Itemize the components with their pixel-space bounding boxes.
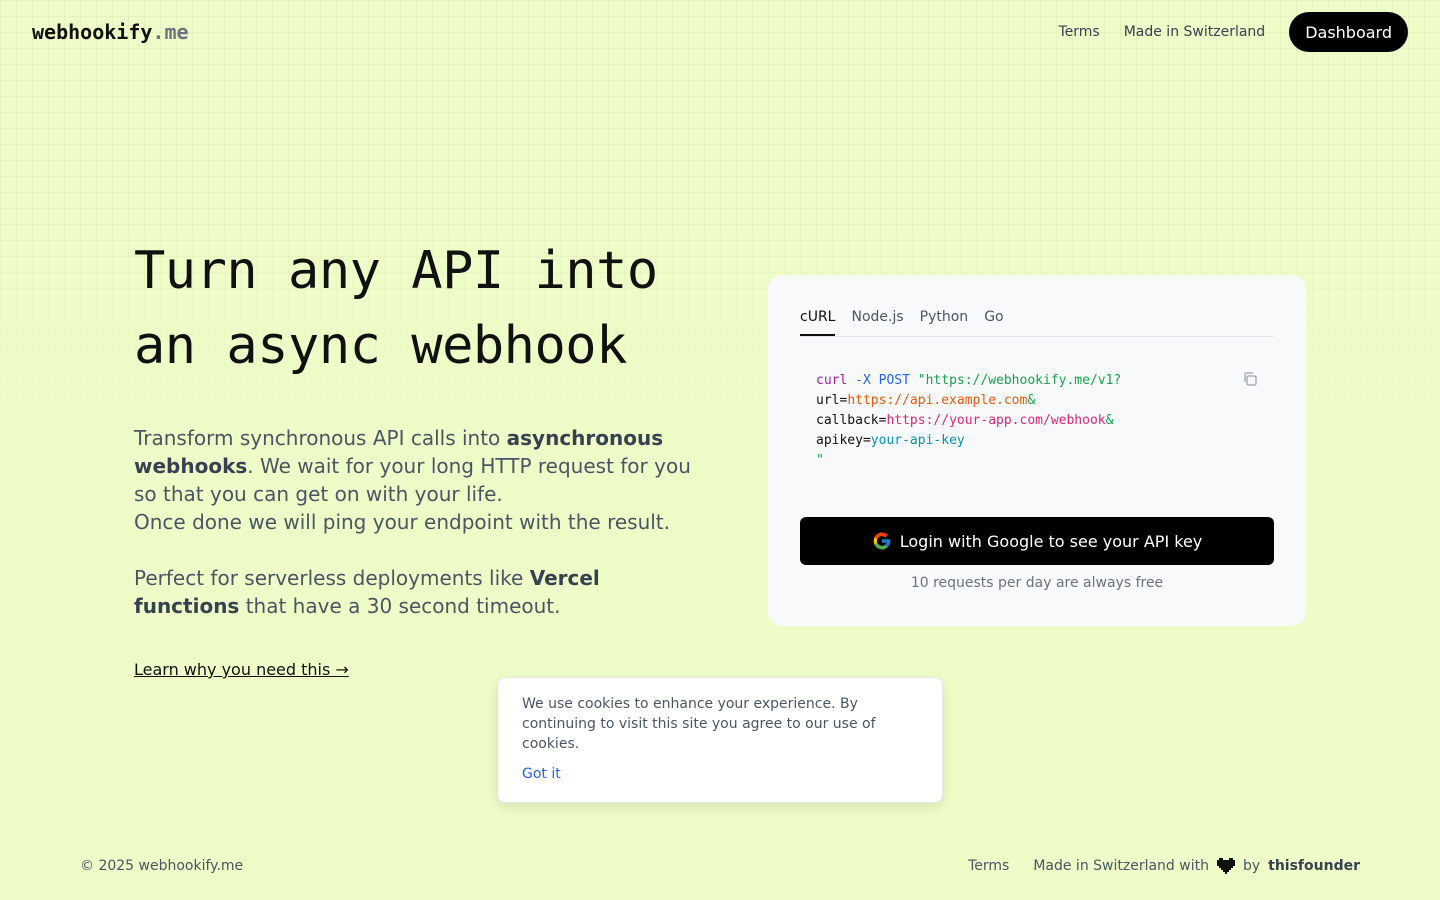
footer: © 2025 webhookify.me Terms Made in Switz… [80,852,1360,880]
footer-made-in: Made in Switzerland with [1033,858,1209,874]
google-logo-icon [873,532,891,550]
learn-why-link[interactable]: Learn why you need this → [134,660,349,679]
code-url-value: https://api.example.com [847,393,1028,408]
login-button-label: Login with Google to see your API key [899,531,1203,551]
code-snippet: curl -X POST "https://webhookify.me/v1? … [816,371,1274,471]
free-requests-note: 10 requests per day are always free [910,575,1164,591]
code-amp-1: & [1027,393,1036,408]
footer-links: Terms Made in Switzerland with by thisfo… [968,858,1360,874]
tab-nodejs[interactable]: Node.js [851,303,903,336]
dashboard-button[interactable]: Dashboard [1289,12,1408,52]
hero-section: Turn any API into an async webhook Trans… [134,234,694,679]
hero-paragraph-2: Perfect for serverless deployments like … [134,564,694,620]
hero-title-line2: an async webhook [134,316,627,376]
code-amp-2: & [1105,413,1114,428]
logo-main: webhookify [32,20,153,44]
tab-go[interactable]: Go [984,303,1003,336]
code-url-key: url= [816,393,848,408]
code-quote-end: " [816,453,824,468]
code-apikey-value: your-api-key [870,433,965,448]
footer-copyright: © 2025 webhookify.me [80,858,244,874]
footer-by: by [1242,858,1261,874]
nav-made-in-switzerland-link[interactable]: Made in Switzerland [1124,24,1265,40]
code-block: curl -X POST "https://webhookify.me/v1? … [800,371,1274,483]
code-callback-key: callback= [816,413,887,428]
code-card: cURL Node.js Python Go curl -X POST "htt… [768,275,1306,626]
code-url-start: "https://webhookify.me/v1? [909,373,1122,388]
nav-terms-link[interactable]: Terms [1058,24,1099,40]
hero-p2-text-a: Perfect for serverless deployments like [134,566,530,590]
hero-p2-text-c: that have a 30 second timeout. [239,594,561,618]
footer-terms-link[interactable]: Terms [968,858,1009,874]
footer-founder-link[interactable]: thisfounder [1268,858,1360,874]
hero-p1-text-a: Transform synchronous API calls into [134,426,507,450]
hero-p1-text-d: Once done we will ping your endpoint wit… [134,510,671,534]
pixel-heart-icon [1216,858,1235,874]
tab-curl[interactable]: cURL [800,303,836,336]
tab-python[interactable]: Python [920,303,969,336]
copy-icon[interactable] [1242,371,1258,387]
logo[interactable]: webhookify.me [32,20,189,44]
hero-title-line1: Turn any API into [134,241,658,301]
hero-paragraph-1: Transform synchronous API calls into asy… [134,424,694,536]
hero-title: Turn any API into an async webhook [134,234,694,384]
code-cmd: curl [816,373,848,388]
hero-description: Transform synchronous API calls into asy… [134,424,694,620]
code-apikey-key: apikey= [816,433,871,448]
cookie-text: We use cookies to enhance your experienc… [522,696,876,752]
code-callback-value: https://your-app.com/webhook [886,413,1106,428]
login-with-google-button[interactable]: Login with Google to see your API key [800,517,1274,565]
code-flag: -X POST [847,373,910,388]
top-header: webhookify.me Terms Made in Switzerland … [0,0,1440,64]
cookie-accept-button[interactable]: Got it [522,766,561,782]
cookie-banner: We use cookies to enhance your experienc… [497,677,943,803]
language-tabs: cURL Node.js Python Go [800,303,1274,337]
logo-tld: .me [152,20,189,44]
top-nav: Terms Made in Switzerland Dashboard [1058,12,1408,52]
